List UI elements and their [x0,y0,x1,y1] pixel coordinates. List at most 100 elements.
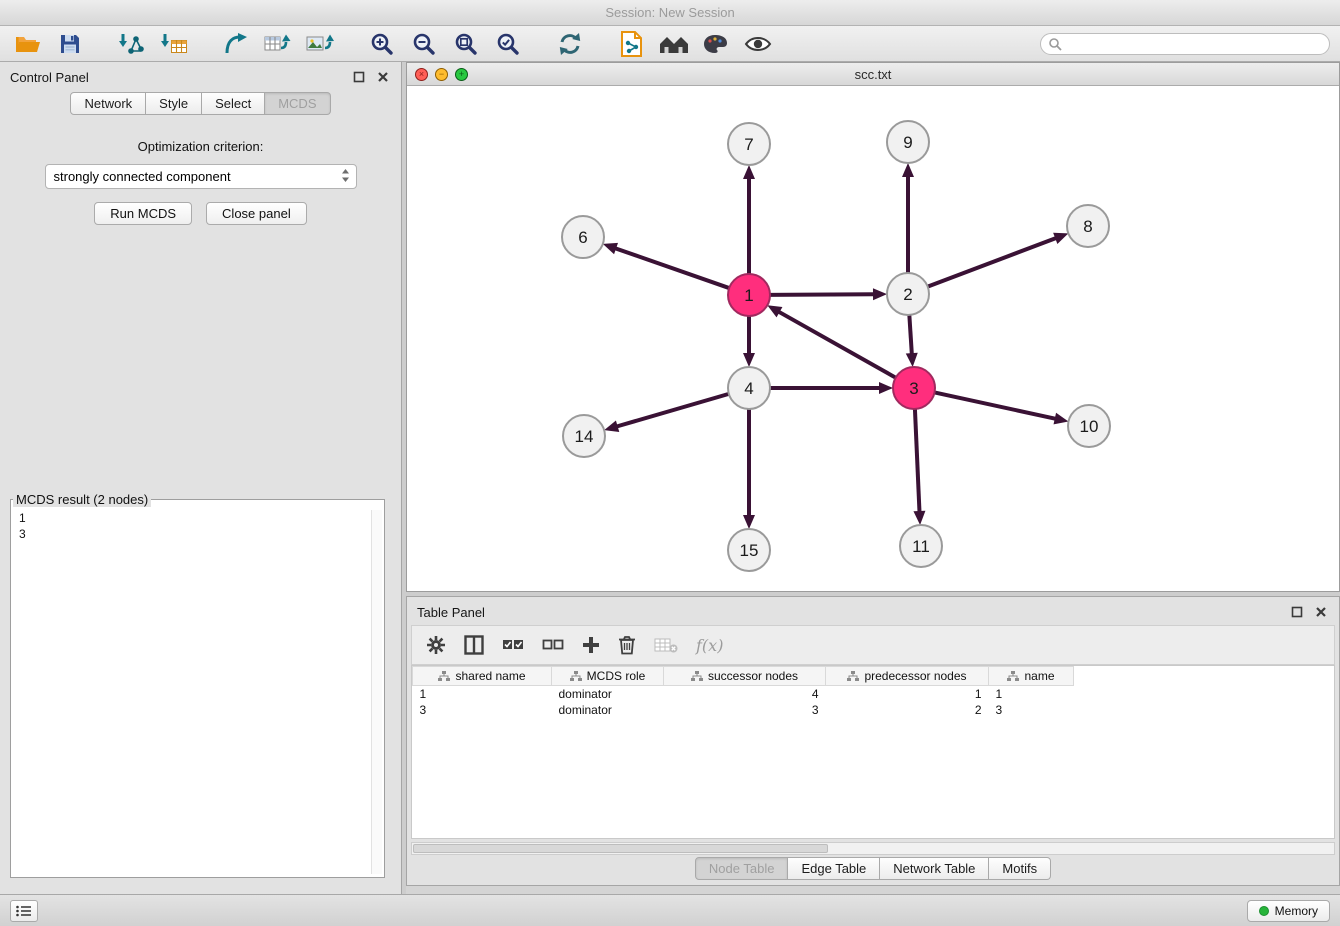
select-all-columns-icon[interactable] [502,637,524,653]
export-table-icon[interactable] [260,29,296,59]
graph-node-10[interactable]: 10 [1068,405,1110,447]
control-panel: Control Panel Network Style Select MCDS … [0,62,402,894]
float-table-panel-icon[interactable] [1289,604,1305,620]
column-header-successor-nodes[interactable]: successor nodes [664,667,826,686]
graph-edge-2-3[interactable] [909,315,911,354]
table-panel-title: Table Panel [417,605,485,620]
mcds-result-box: MCDS result (2 nodes) 1 3 [10,492,385,878]
status-bar: Memory [0,894,1340,926]
graph-node-1[interactable]: 1 [728,274,770,316]
export-image-icon[interactable] [302,29,338,59]
svg-text:10: 10 [1080,417,1099,436]
svg-text:9: 9 [903,133,912,152]
create-column-icon[interactable] [582,636,600,654]
tab-node-table[interactable]: Node Table [695,857,789,880]
graph-edge-3-1[interactable] [779,312,896,378]
graph-node-9[interactable]: 9 [887,121,929,163]
close-window-icon[interactable]: × [415,68,428,81]
tab-mcds[interactable]: MCDS [265,92,330,115]
criterion-dropdown-value: strongly connected component [54,169,341,184]
zoom-out-icon[interactable] [406,29,442,59]
apply-layout-icon[interactable] [552,29,588,59]
graph-node-6[interactable]: 6 [562,216,604,258]
dropdown-stepper-icon [341,168,350,186]
close-panel-icon[interactable] [375,69,391,85]
optimization-criterion-label: Optimization criterion: [0,139,401,154]
open-session-icon[interactable] [10,29,46,59]
graph-edge-4-14[interactable] [617,394,729,427]
column-header-name[interactable]: name [989,667,1074,686]
show-columns-icon[interactable] [464,635,484,655]
mcds-result-line: 3 [19,526,376,542]
graph-edge-3-10[interactable] [935,392,1056,418]
table-horizontal-scrollbar[interactable] [411,842,1335,855]
search-box [1040,33,1330,55]
minimize-window-icon[interactable]: − [435,68,448,81]
apply-style-icon[interactable] [698,29,734,59]
tab-style[interactable]: Style [146,92,202,115]
graph-node-7[interactable]: 7 [728,123,770,165]
tab-edge-table[interactable]: Edge Table [788,857,880,880]
network-view-window: × − + scc.txt 7 9 6 8 1 2 4 3 14 10 15 11 [406,62,1340,592]
network-canvas[interactable]: 7 9 6 8 1 2 4 3 14 10 15 11 [407,86,1339,591]
show-hide-graphics-icon[interactable] [740,29,776,59]
close-panel-button[interactable]: Close panel [206,202,307,225]
table-row[interactable]: 3 dominator 3 2 3 [413,702,1074,718]
new-network-icon[interactable] [218,29,254,59]
delete-row-trash-icon[interactable] [618,635,636,655]
tab-motifs[interactable]: Motifs [989,857,1051,880]
result-scrollbar[interactable] [371,510,382,874]
graph-edge-2-8[interactable] [928,238,1057,287]
memory-label: Memory [1275,904,1318,918]
graph-node-4[interactable]: 4 [728,367,770,409]
svg-text:8: 8 [1083,217,1092,236]
import-network-icon[interactable] [114,29,150,59]
tab-select[interactable]: Select [202,92,265,115]
graph-node-11[interactable]: 11 [900,525,942,567]
network-file-icon[interactable] [614,29,650,59]
table-panel-tabs: Node Table Edge Table Network Table Moti… [407,857,1339,880]
scrollbar-thumb[interactable] [413,844,828,853]
maximize-window-icon[interactable]: + [455,68,468,81]
network-window-titlebar: × − + scc.txt [407,63,1339,86]
import-table-icon[interactable] [156,29,192,59]
table-settings-gear-icon[interactable] [426,635,446,655]
window-titlebar: Session: New Session [0,0,1340,26]
search-input[interactable] [1040,33,1330,55]
graph-node-2[interactable]: 2 [887,273,929,315]
function-builder-icon: f(x) [696,636,723,655]
window-controls: × − + [415,68,468,81]
graph-edge-3-11[interactable] [915,409,920,512]
column-header-predecessor-nodes[interactable]: predecessor nodes [826,667,989,686]
graph-node-8[interactable]: 8 [1067,205,1109,247]
column-header-shared-name[interactable]: shared name [413,667,552,686]
graph-edge-1-6[interactable] [615,248,729,288]
graph-node-15[interactable]: 15 [728,529,770,571]
graph-node-14[interactable]: 14 [563,415,605,457]
column-type-icon [438,671,450,681]
column-header-mcds-role[interactable]: MCDS role [552,667,664,686]
run-mcds-button[interactable]: Run MCDS [94,202,192,225]
control-panel-tabs: Network Style Select MCDS [0,92,401,115]
memory-button[interactable]: Memory [1247,900,1330,922]
task-history-icon[interactable] [10,900,38,922]
home-icon[interactable] [656,29,692,59]
criterion-dropdown[interactable]: strongly connected component [45,164,357,189]
graph-edge-1-2[interactable] [770,294,874,295]
node-table-area: shared name MCDS role successor nodes pr… [411,665,1335,839]
unselect-all-columns-icon[interactable] [542,637,564,653]
table-row[interactable]: 1 dominator 4 1 1 [413,686,1074,702]
tab-network-table[interactable]: Network Table [880,857,989,880]
tab-network[interactable]: Network [70,92,146,115]
save-session-icon[interactable] [52,29,88,59]
mcds-result-list[interactable]: 1 3 [11,507,384,545]
mcds-buttons-row: Run MCDS Close panel [0,202,401,225]
column-type-icon [847,671,859,681]
float-panel-icon[interactable] [351,69,367,85]
close-table-panel-icon[interactable] [1313,604,1329,620]
column-type-icon [1007,671,1019,681]
zoom-in-icon[interactable] [364,29,400,59]
zoom-fit-icon[interactable] [448,29,484,59]
zoom-selected-icon[interactable] [490,29,526,59]
graph-node-3[interactable]: 3 [893,367,935,409]
